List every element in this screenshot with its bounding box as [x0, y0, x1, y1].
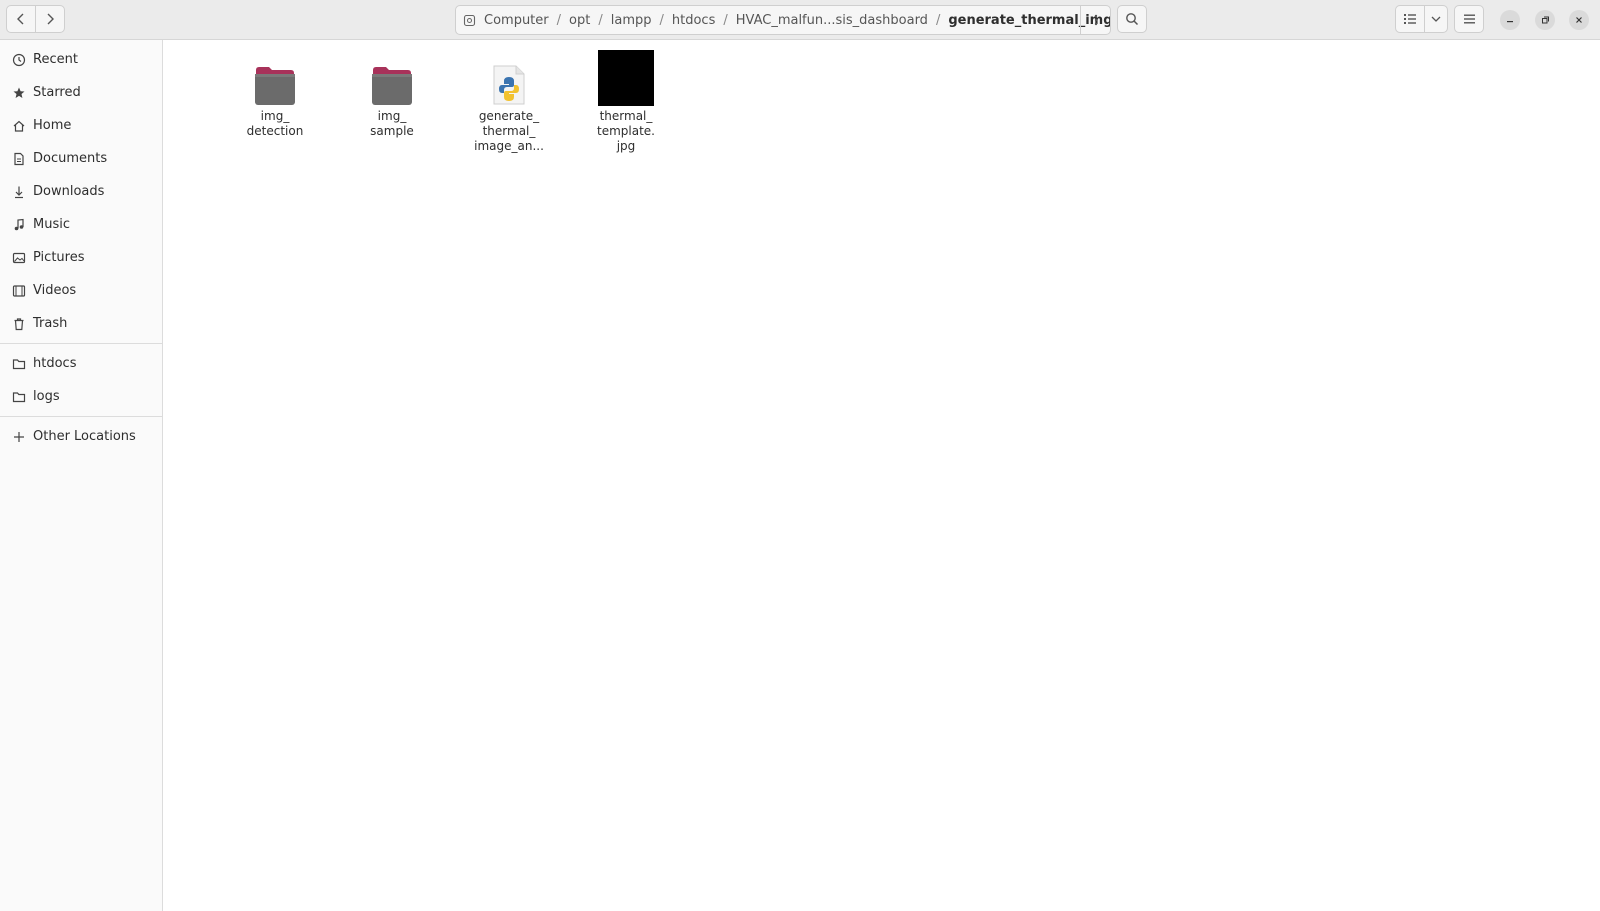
download-icon [12, 185, 26, 199]
folder-icon [12, 357, 26, 371]
plus-icon [12, 430, 26, 444]
crumb-lampp[interactable]: lampp [607, 13, 656, 28]
hamburger-icon [1463, 14, 1475, 24]
chevron-right-icon [47, 13, 54, 25]
restore-icon [1542, 16, 1549, 24]
file-item-img-detection[interactable]: img_ detection [225, 44, 325, 139]
close-button[interactable] [1569, 10, 1589, 30]
main-menu-button[interactable] [1454, 5, 1484, 33]
music-icon [12, 218, 26, 232]
chevron-left-icon [17, 13, 24, 25]
video-icon [12, 284, 26, 298]
search-icon [1126, 13, 1139, 26]
sidebar-item-documents[interactable]: Documents [0, 142, 162, 175]
sidebar-item-music[interactable]: Music [0, 208, 162, 241]
file-name-line: thermal_ [482, 124, 536, 138]
folder-icon [12, 390, 26, 404]
file-name-line: template. [597, 124, 655, 138]
sidebar-item-label: logs [33, 389, 60, 404]
sidebar-item-label: Documents [33, 151, 108, 166]
picture-icon [12, 251, 26, 265]
file-name-line: thermal_ [599, 109, 653, 123]
sidebar-item-logs[interactable]: logs [0, 380, 162, 413]
sidebar-item-pictures[interactable]: Pictures [0, 241, 162, 274]
file-view[interactable]: img_ detection img_ sample generate_ the… [163, 40, 1600, 911]
file-name-line: jpg [616, 139, 636, 153]
path-bar: Computer / opt / lampp / htdocs / HVAC_m… [455, 5, 1111, 35]
sidebar-item-label: Home [33, 118, 72, 133]
sidebar-item-label: Downloads [33, 184, 105, 199]
sidebar-item-downloads[interactable]: Downloads [0, 175, 162, 208]
sidebar-item-label: htdocs [33, 356, 77, 371]
back-button[interactable] [6, 5, 36, 33]
sidebar-item-starred[interactable]: Starred [0, 76, 162, 109]
file-name-line: img_ [377, 109, 407, 123]
file-name-line: img_ [260, 109, 290, 123]
sidebar-separator [0, 416, 162, 417]
view-options-button[interactable] [1424, 5, 1448, 33]
sidebar-item-trash[interactable]: Trash [0, 307, 162, 340]
document-icon [12, 152, 26, 166]
chevron-down-icon [1431, 16, 1441, 22]
file-item-python-script[interactable]: generate_ thermal_ image_an... [459, 44, 559, 154]
sidebar-item-htdocs[interactable]: htdocs [0, 347, 162, 380]
sidebar-item-videos[interactable]: Videos [0, 274, 162, 307]
sidebar-item-other-locations[interactable]: Other Locations [0, 420, 162, 453]
crumb-htdocs[interactable]: htdocs [668, 13, 719, 28]
sidebar-item-label: Trash [33, 316, 68, 331]
trash-icon [12, 317, 26, 331]
file-name-line: image_an... [474, 139, 544, 153]
forward-button[interactable] [35, 5, 65, 33]
sidebar-item-label: Recent [33, 52, 78, 67]
minimize-button[interactable] [1500, 10, 1520, 30]
clock-icon [12, 53, 26, 67]
sidebar: Recent Starred Home Documents Downloads … [0, 40, 163, 911]
header-bar: Computer / opt / lampp / htdocs / HVAC_m… [0, 0, 1600, 40]
sidebar-item-label: Pictures [33, 250, 85, 265]
file-item-img-sample[interactable]: img_ sample [342, 44, 442, 139]
crumb-hvac[interactable]: HVAC_malfun...sis_dashboard [732, 13, 932, 28]
sidebar-item-label: Starred [33, 85, 81, 100]
sidebar-item-label: Music [33, 217, 70, 232]
file-name-line: detection [246, 124, 304, 138]
sidebar-item-label: Videos [33, 283, 77, 298]
search-button[interactable] [1117, 5, 1147, 33]
folder-icon [372, 67, 412, 105]
sidebar-item-home[interactable]: Home [0, 109, 162, 142]
disk-icon [463, 14, 476, 27]
list-view-icon [1404, 14, 1416, 24]
maximize-button[interactable] [1535, 10, 1555, 30]
sidebar-separator [0, 343, 162, 344]
crumb-computer[interactable]: Computer [480, 13, 553, 28]
image-thumbnail [598, 50, 654, 106]
file-name-line: generate_ [478, 109, 540, 123]
folder-icon [255, 67, 295, 105]
file-name-line: sample [370, 124, 414, 138]
view-list-button[interactable] [1395, 5, 1425, 33]
sidebar-item-label: Other Locations [33, 429, 136, 444]
minimize-icon [1507, 21, 1513, 23]
crumb-opt[interactable]: opt [565, 13, 594, 28]
star-icon [12, 86, 26, 100]
close-icon [1576, 17, 1582, 23]
file-item-thermal-template[interactable]: thermal_ template. jpg [576, 44, 676, 154]
kebab-icon [1094, 14, 1097, 26]
path-menu-button[interactable] [1080, 6, 1110, 34]
home-icon [12, 119, 26, 133]
sidebar-item-recent[interactable]: Recent [0, 43, 162, 76]
python-file-icon [493, 65, 525, 105]
